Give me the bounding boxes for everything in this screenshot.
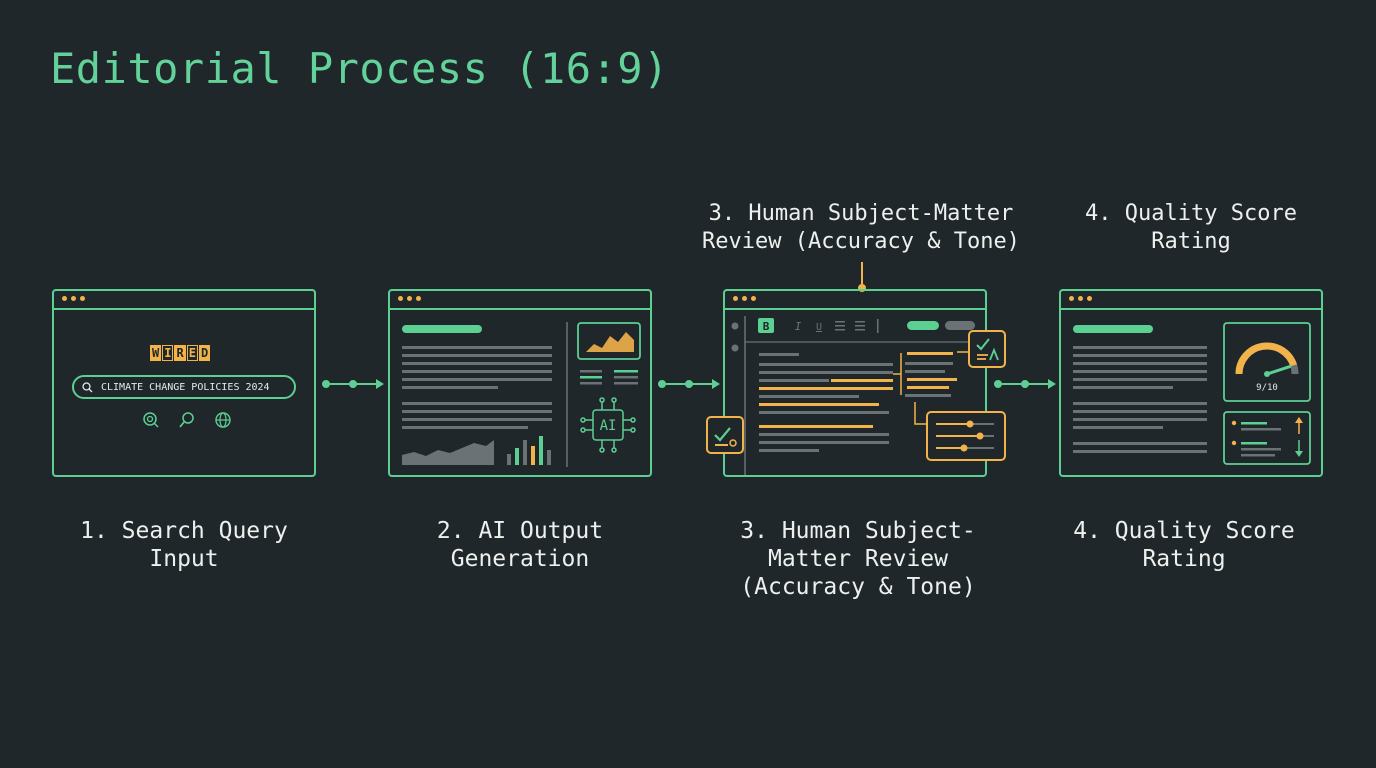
search-query: CLIMATE CHANGE POLICIES 2024: [101, 381, 270, 393]
page-title: Editorial Process (16:9): [50, 44, 669, 93]
svg-text:U: U: [816, 322, 822, 333]
top-label-step3: 3. Human Subject-Matter Review (Accuracy…: [702, 201, 1020, 254]
flow-arrow-2: [658, 379, 720, 389]
step4-label: 4. Quality Score Rating: [1073, 518, 1295, 572]
checkmark-icon[interactable]: [706, 416, 744, 454]
quality-window: 9/10: [1059, 289, 1323, 477]
magnifier-icon[interactable]: [178, 411, 196, 429]
search-input[interactable]: CLIMATE CHANGE POLICIES 2024: [72, 375, 296, 399]
window-titlebar: [54, 291, 314, 310]
svg-text:I: I: [795, 320, 802, 333]
spellcheck-icon[interactable]: [968, 330, 1006, 368]
top-label-step4: 4. Quality Score Rating: [1085, 201, 1297, 254]
step2-label: 2. AI Output Generation: [436, 518, 604, 572]
quality-content: 9/10: [1073, 322, 1311, 465]
chart-icon: [577, 322, 641, 360]
svg-text:B: B: [763, 320, 770, 333]
wired-logo: W I R E D: [150, 345, 211, 361]
sliders-icon[interactable]: [926, 411, 1006, 461]
search-icon: [82, 381, 93, 392]
step3-label: 3. Human Subject- Matter Review (Accurac…: [740, 518, 976, 600]
globe-icon[interactable]: [214, 411, 232, 429]
gauge-icon: [1235, 342, 1299, 377]
brain-search-icon[interactable]: [142, 411, 160, 429]
flow-arrow-1: [322, 379, 384, 389]
search-window: W I R E D CLIMATE CHANGE POLICIES 2024: [52, 289, 316, 477]
ai-output-content: AI: [402, 322, 641, 467]
ai-chip-label: AI: [600, 418, 617, 434]
ai-output-window: AI: [388, 289, 652, 477]
arrow-down-icon: [1295, 440, 1303, 457]
step1-label: 1. Search Query Input: [80, 518, 288, 572]
arrow-up-icon: [1295, 417, 1303, 434]
flow-arrow-3: [994, 379, 1056, 389]
quality-score: 9/10: [1256, 383, 1278, 393]
